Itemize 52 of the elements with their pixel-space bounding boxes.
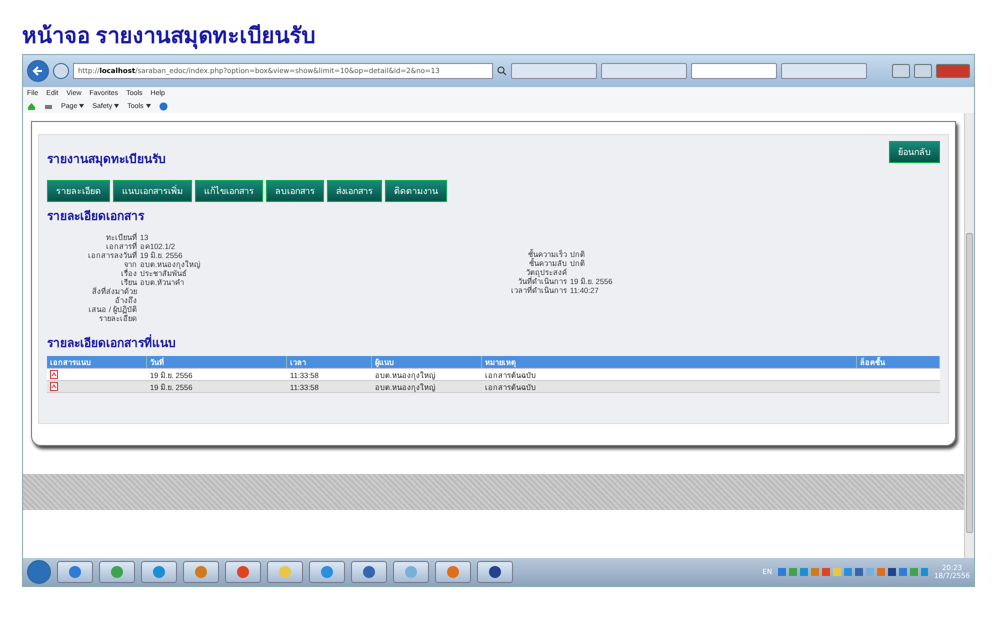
app-icon — [362, 565, 376, 579]
section-title: รายละเอียดเอกสาร — [47, 208, 146, 225]
taskbar-app[interactable] — [351, 561, 387, 583]
app-icon — [404, 565, 418, 579]
taskbar-app[interactable] — [393, 561, 429, 583]
app-icon — [236, 565, 250, 579]
scrollbar[interactable] — [964, 113, 974, 558]
browser-tab[interactable] — [781, 63, 867, 79]
browser-tab[interactable] — [691, 63, 777, 79]
back-button[interactable]: ย้อนกลับ — [889, 141, 940, 163]
maximize-button[interactable] — [914, 64, 932, 78]
arrow-icon — [32, 65, 44, 77]
taskbar-app[interactable] — [99, 561, 135, 583]
taskbar-app[interactable] — [141, 561, 177, 583]
app-icon — [152, 565, 166, 579]
taskbar-app[interactable] — [225, 561, 261, 583]
action-button[interactable]: แก้ไขเอกสาร — [195, 180, 263, 202]
browser-tab[interactable] — [601, 63, 687, 79]
action-button[interactable]: ส่งเอกสาร — [327, 180, 382, 202]
caret-icon — [146, 104, 151, 108]
taskbar-app[interactable] — [57, 561, 93, 583]
app-icon — [446, 565, 460, 579]
action-button[interactable]: แนบเอกสารเพิ่ม — [113, 180, 192, 202]
page-heading: หน้าจอ รายงานสมุดทะเบียนรับ — [22, 22, 316, 52]
app-icon — [110, 565, 124, 579]
tray-icons[interactable] — [778, 567, 928, 577]
section-title: รายละเอียดเอกสารที่แนบ — [47, 333, 177, 352]
app-icon — [278, 565, 292, 579]
action-button[interactable]: ลบเอกสาร — [266, 180, 324, 202]
help-icon[interactable] — [158, 102, 168, 110]
pdf-file-icon[interactable] — [50, 382, 58, 390]
taskbar-app[interactable] — [477, 561, 513, 583]
app-icon — [194, 565, 208, 579]
app-icon — [320, 565, 334, 579]
start-button[interactable] — [27, 560, 51, 584]
pdf-file-icon[interactable] — [50, 370, 58, 378]
taskbar-app[interactable] — [267, 561, 303, 583]
caret-icon — [114, 104, 120, 108]
home-icon[interactable] — [27, 102, 36, 110]
minimize-button[interactable] — [892, 64, 910, 78]
report-title: รายงานสมุดทะเบียนรับ — [47, 151, 166, 168]
action-button[interactable]: รายละเอียด — [47, 180, 110, 202]
caret-icon — [79, 104, 84, 108]
back-button[interactable] — [27, 60, 49, 82]
forward-button[interactable] — [53, 63, 69, 79]
app-icon — [488, 565, 502, 579]
app-icon — [68, 565, 82, 579]
action-button[interactable]: ติดตามงาน — [385, 180, 447, 202]
taskbar-app[interactable] — [183, 561, 219, 583]
search-icon[interactable] — [497, 66, 507, 76]
taskbar-app[interactable] — [309, 561, 345, 583]
taskbar-app[interactable] — [435, 561, 471, 583]
